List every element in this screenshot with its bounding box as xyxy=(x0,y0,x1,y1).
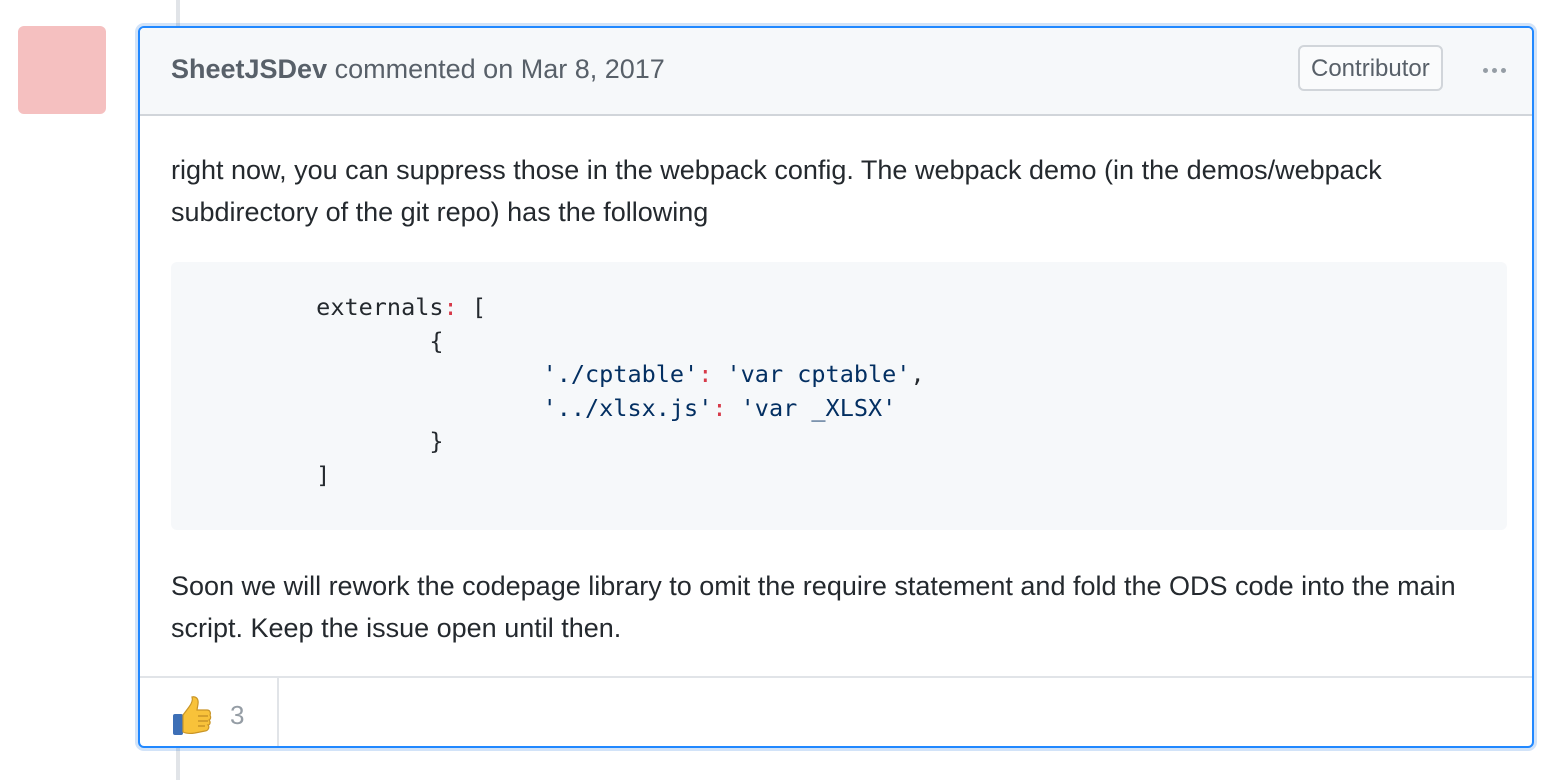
code-line: externals: [ xyxy=(203,293,486,321)
kebab-horizontal-icon xyxy=(1482,67,1488,73)
contributor-badge: Contributor xyxy=(1298,45,1443,91)
comment-card: SheetJSDev commented on Mar 8, 2017 Cont… xyxy=(138,26,1534,748)
comment-date[interactable]: Mar 8, 2017 xyxy=(521,54,665,84)
code-line: ] xyxy=(203,460,331,489)
code-line: } xyxy=(203,427,444,455)
thumbs-up-icon xyxy=(173,696,212,735)
more-options-button[interactable] xyxy=(1476,50,1512,90)
comment-meta: SheetJSDev commented on Mar 8, 2017 xyxy=(171,54,665,85)
author-link[interactable]: SheetJSDev xyxy=(171,54,327,84)
comment-paragraph-1: right now, you can suppress those in the… xyxy=(171,155,1382,227)
avatar[interactable] xyxy=(18,26,106,114)
comment-paragraph-2: Soon we will rework the codepage library… xyxy=(171,571,1456,643)
reactions-bar: 3 xyxy=(140,676,1532,746)
comment-action: commented on xyxy=(334,54,514,84)
code-line: '../xlsx.js': 'var _XLSX' xyxy=(542,393,897,422)
code-block: externals: [ { './cptable': 'var cptable… xyxy=(171,262,1507,530)
thumbs-up-reaction-button[interactable]: 3 xyxy=(140,678,279,746)
reaction-count: 3 xyxy=(230,700,245,730)
code-line: './cptable': 'var cptable', xyxy=(542,360,925,388)
code-line: { xyxy=(203,326,444,355)
comment-header: SheetJSDev commented on Mar 8, 2017 Cont… xyxy=(140,28,1532,116)
